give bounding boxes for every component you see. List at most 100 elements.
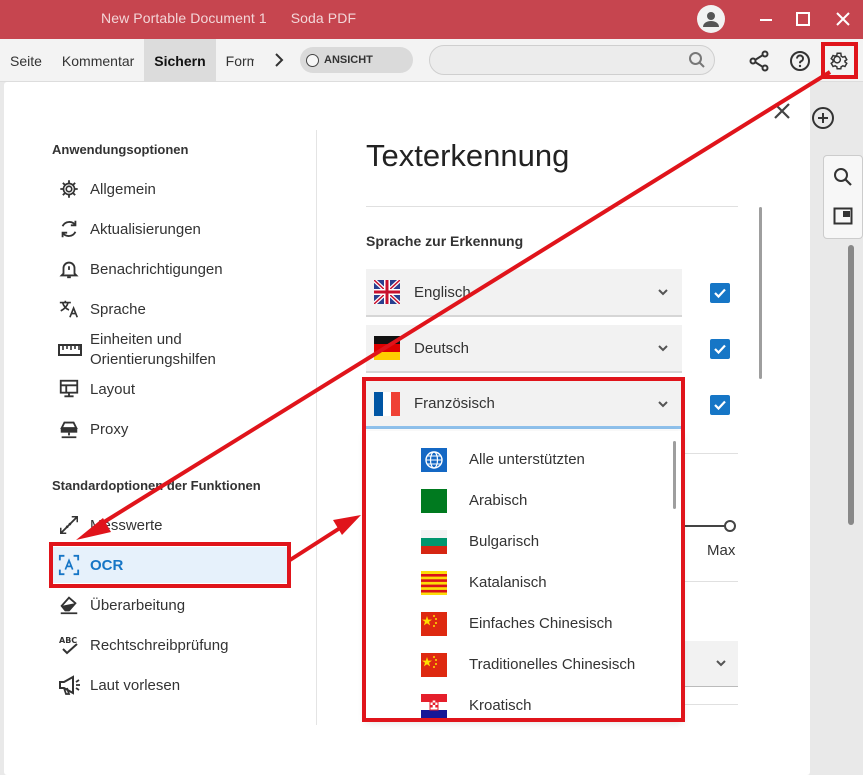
close-icon [836,12,850,26]
bell-icon [59,261,79,279]
nav-label: Laut vorlesen [90,676,181,694]
minimize-icon [760,19,772,21]
checkmark-icon [714,288,726,299]
nav-item-messwerte[interactable]: Messwerte [52,507,288,543]
view-toggle[interactable]: ANSICHT [300,47,413,73]
chevron-down-icon [716,660,726,667]
help-button[interactable] [787,48,813,74]
document-title: New Portable Document 1 [101,10,267,26]
nav-item-ueberarbeitung[interactable]: Überarbeitung [52,587,288,623]
nav-label: Einheiten und Orientierungshilfen [90,331,216,368]
section-divider [684,453,738,454]
zoom-icon[interactable] [833,167,853,187]
nav-label: Rechtschreibprüfung [90,636,229,654]
nav-item-rechtschreibpruefung[interactable]: ABC Rechtschreibprüfung [52,627,288,663]
language-checkbox-1[interactable] [710,283,730,303]
title-divider [366,206,738,207]
main-toolbar: Seite Kommentar Sichern Formular ANSICHT [0,39,863,82]
language-checkbox-3[interactable] [710,395,730,415]
annotation-box-settings [821,42,858,79]
nav-label: Layout [90,380,136,398]
maximize-icon [796,12,810,26]
network-icon [60,421,78,439]
toggle-knob [306,53,319,67]
add-icon[interactable] [811,106,835,130]
ruler-icon [58,344,82,356]
view-toggle-label: ANSICHT [324,54,373,66]
checkmark-icon [714,344,726,355]
side-tool-panel [823,155,863,239]
close-window-button[interactable] [829,6,857,32]
slider-track[interactable] [684,525,726,527]
language-checkbox-2[interactable] [710,339,730,359]
nav-label: Allgemein [90,180,156,198]
nav-label: Aktualisierungen [90,220,201,238]
title-bar: New Portable Document 1 Soda PDF [0,0,863,39]
maximize-button[interactable] [789,6,817,32]
share-icon [749,50,769,72]
chevron-right-icon[interactable] [270,51,288,69]
language-section-label: Sprache zur Erkennung [366,233,524,249]
slider-thumb[interactable] [724,520,736,532]
feature-options-heading: Standardoptionen der Funktionen [52,478,261,493]
svg-text:ABC: ABC [59,636,77,645]
nav-label: Benachrichtigungen [90,260,223,278]
tab-formular[interactable]: Formular [216,39,254,82]
nav-item-allgemein[interactable]: Allgemein [52,171,288,207]
panel-icon[interactable] [833,207,853,225]
slider-max-label: Max [707,542,736,559]
chevron-down-icon [658,345,668,352]
language-select-2[interactable]: Deutsch [366,325,682,373]
nav-item-aktualisierungen[interactable]: Aktualisierungen [52,211,288,247]
nav-label: Überarbeitung [90,596,186,614]
checkmark-icon [714,400,726,411]
gear-icon [60,180,78,198]
app-options-heading: Anwendungsoptionen [52,142,189,157]
nav-item-laut-vorlesen[interactable]: Laut vorlesen [52,667,288,703]
tab-kommentar[interactable]: Kommentar [52,39,144,82]
tab-seite[interactable]: Seite [0,39,52,82]
section-divider [684,581,738,582]
uk-flag-icon [374,280,400,304]
spellcheck-icon: ABC [59,636,78,655]
eraser-icon [60,596,78,615]
tab-sichern[interactable]: Sichern [144,39,216,82]
help-icon [790,51,810,71]
content-scrollbar[interactable] [759,207,762,379]
layout-icon [59,379,79,398]
nav-item-proxy[interactable]: Proxy [52,411,288,447]
share-button[interactable] [746,48,772,74]
page-scrollbar[interactable] [848,245,854,525]
app-name: Soda PDF [290,10,357,26]
page-title: Texterkennung [366,138,570,173]
close-dialog-icon[interactable] [771,100,793,122]
refresh-icon [61,220,77,238]
chevron-down-icon [658,289,668,296]
window-title: New Portable Document 1 Soda PDF [101,10,380,26]
megaphone-icon [59,675,80,695]
user-icon [703,12,719,27]
language-value: Englisch [414,283,471,301]
account-button[interactable] [697,5,725,33]
nav-item-layout[interactable]: Layout [52,371,288,407]
nav-label: Messwerte [90,516,163,534]
annotation-box-language [362,377,685,722]
nav-divider [316,130,317,725]
section-divider [684,704,738,705]
nav-label: Proxy [90,420,129,438]
measure-icon [60,516,78,534]
language-select-1[interactable]: Englisch [366,269,682,317]
ribbon-tabs: Seite Kommentar Sichern Formular [0,39,254,82]
nav-item-benachrichtigungen[interactable]: Benachrichtigungen [52,251,288,287]
minimize-button[interactable] [752,6,780,32]
translate-icon [59,300,79,318]
nav-label: Sprache [90,300,146,318]
annotation-box-ocr [49,542,291,588]
nav-item-einheiten[interactable]: Einheiten und Orientierungshilfen [52,328,288,372]
language-value: Deutsch [414,339,470,357]
search-icon [689,52,705,68]
nav-item-sprache[interactable]: Sprache [52,291,288,327]
search-input[interactable] [429,45,715,75]
hidden-select[interactable] [684,641,738,687]
germany-flag-icon [374,336,400,360]
